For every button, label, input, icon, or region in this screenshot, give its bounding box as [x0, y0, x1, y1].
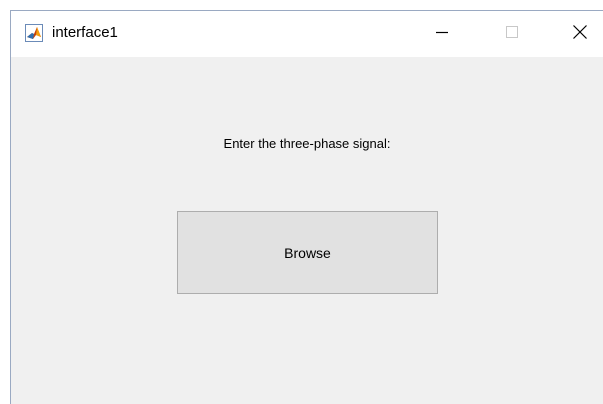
- app-window: interface1 Enter the three-phase signal:…: [10, 10, 603, 404]
- minimize-icon: [435, 25, 449, 44]
- browse-button[interactable]: Browse: [177, 211, 438, 294]
- matlab-logo-icon[interactable]: [25, 24, 43, 42]
- close-icon: [572, 24, 588, 45]
- minimize-button[interactable]: [419, 11, 465, 57]
- signal-prompt-label: Enter the three-phase signal:: [223, 136, 391, 151]
- title-bar[interactable]: interface1: [11, 11, 603, 57]
- close-button[interactable]: [557, 11, 603, 57]
- maximize-icon: [505, 25, 519, 44]
- maximize-button[interactable]: [489, 11, 535, 57]
- window-title: interface1: [52, 24, 118, 41]
